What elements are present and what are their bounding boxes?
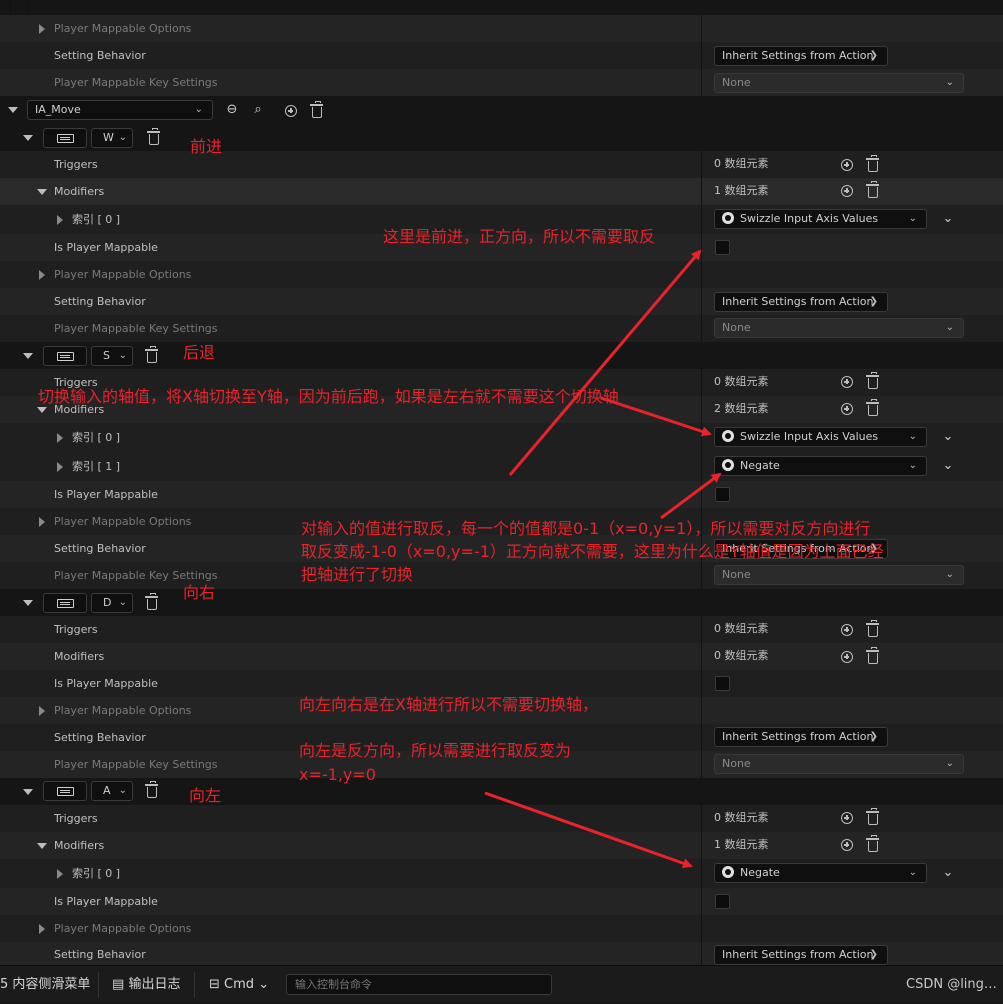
output-log-button[interactable]: ▤ 输出日志 (112, 966, 180, 1004)
arrow-to-negate (660, 472, 722, 520)
console-command-input[interactable]: 输入控制台命令 (286, 974, 552, 995)
cmd-dropdown[interactable]: ⊟ Cmd ⌄ (209, 966, 269, 1004)
arrow-to-negate-a (484, 791, 693, 869)
annotation-arrows (484, 249, 722, 869)
terminal-icon: ⊟ (209, 977, 220, 992)
arrow-to-forward-checkbox (508, 249, 702, 476)
arrow-to-swizzle (600, 396, 712, 437)
content-drawer-button[interactable]: 5 内容侧滑菜单 (0, 966, 90, 1004)
watermark: CSDN @ling… (906, 977, 997, 992)
output-log-icon: ▤ (112, 977, 125, 992)
chevron-down-icon: ⌄ (258, 977, 270, 992)
bottom-toolbar: 5 内容侧滑菜单 ▤ 输出日志 ⊟ Cmd ⌄ 输入控制台命令 CSDN @li… (0, 965, 1003, 1003)
